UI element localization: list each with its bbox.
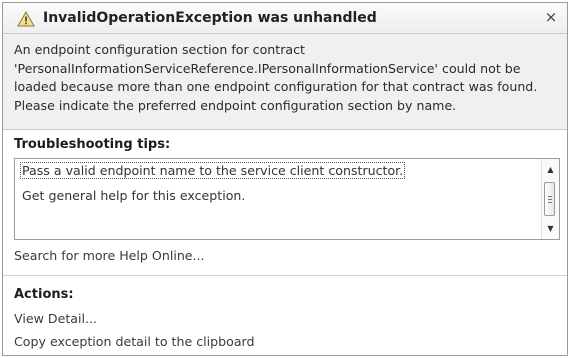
tip-link-general-help[interactable]: Get general help for this exception.: [22, 188, 245, 203]
close-icon[interactable]: ×: [543, 8, 559, 26]
copy-exception-detail-link[interactable]: Copy exception detail to the clipboard: [14, 334, 255, 349]
actions-heading: Actions:: [14, 287, 74, 302]
scroll-thumb[interactable]: [544, 182, 555, 216]
scroll-down-arrow-icon[interactable]: ▼: [542, 224, 559, 233]
warning-icon: [17, 11, 35, 27]
view-detail-link[interactable]: View Detail...: [14, 311, 97, 326]
exception-message-panel: An endpoint configuration section for co…: [3, 34, 567, 130]
troubleshooting-heading: Troubleshooting tips:: [14, 137, 171, 152]
search-help-online-link[interactable]: Search for more Help Online...: [14, 248, 205, 263]
troubleshooting-tips-list[interactable]: Pass a valid endpoint name to the servic…: [14, 158, 560, 240]
exception-assistant-dialog: InvalidOperationException was unhandled …: [2, 2, 568, 356]
tips-scrollbar[interactable]: ▲ ▼: [541, 159, 559, 239]
title-bar: InvalidOperationException was unhandled …: [3, 3, 567, 34]
scroll-up-arrow-icon[interactable]: ▲: [542, 165, 559, 174]
divider: [3, 275, 567, 276]
dialog-title: InvalidOperationException was unhandled: [43, 10, 377, 26]
exception-message: An endpoint configuration section for co…: [14, 42, 538, 114]
tip-link-valid-endpoint[interactable]: Pass a valid endpoint name to the servic…: [19, 162, 406, 179]
